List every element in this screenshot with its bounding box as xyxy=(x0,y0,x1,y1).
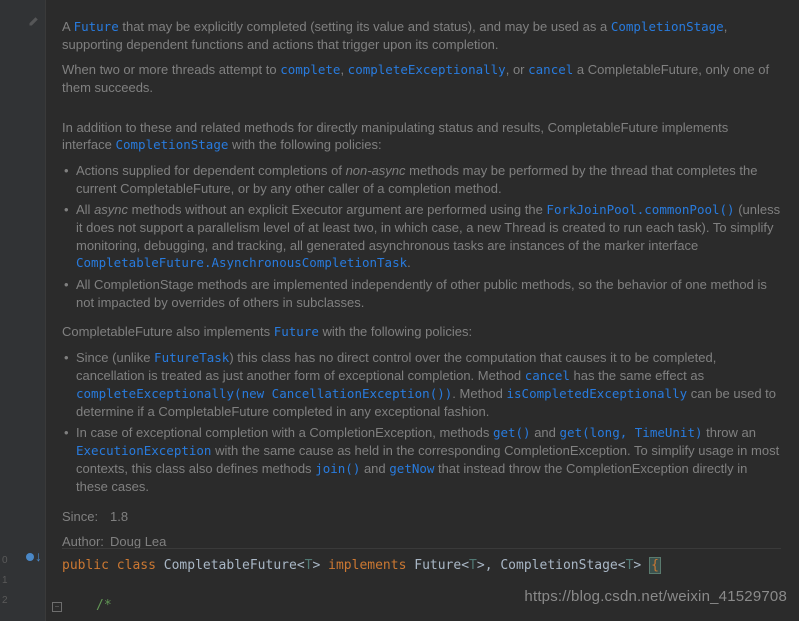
pencil-icon[interactable] xyxy=(28,14,38,24)
type-link-future[interactable]: Future xyxy=(74,19,119,34)
override-icon[interactable]: ↓ xyxy=(26,547,42,567)
type-link-executionexception[interactable]: ExecutionException xyxy=(76,443,211,458)
doc-since: Since:1.8 xyxy=(62,508,781,526)
type-link-futuretask[interactable]: FutureTask xyxy=(154,350,229,365)
fold-icon[interactable]: − xyxy=(52,602,62,612)
doc-paragraph: In addition to these and related methods… xyxy=(62,119,781,154)
code-line-comment[interactable]: /* xyxy=(96,597,112,615)
method-link-getlong[interactable]: get(long, TimeUnit) xyxy=(560,425,703,440)
method-link-join[interactable]: join() xyxy=(315,461,360,476)
list-item: In case of exceptional completion with a… xyxy=(76,424,781,495)
matched-brace: { xyxy=(649,557,661,574)
doc-list: Since (unlike FutureTask) this class has… xyxy=(62,349,781,495)
method-link-completeexceptionally[interactable]: completeExceptionally xyxy=(348,62,506,77)
list-item: All CompletionStage methods are implemen… xyxy=(76,276,781,311)
list-item: Actions supplied for dependent completio… xyxy=(76,162,781,197)
method-link-iscompletedexceptionally[interactable]: isCompletedExceptionally xyxy=(507,386,688,401)
type-link-completablefuture[interactable]: CompletableFuture xyxy=(76,255,204,270)
type-link-asynccompletiontask[interactable]: AsynchronousCompletionTask xyxy=(211,255,407,270)
code-line-declaration[interactable]: public class CompletableFuture<T> implem… xyxy=(62,548,781,575)
list-item: Since (unlike FutureTask) this class has… xyxy=(76,349,781,420)
watermark-text: https://blog.csdn.net/weixin_41529708 xyxy=(524,586,787,607)
list-item: All async methods without an explicit Ex… xyxy=(76,201,781,272)
type-link-forkjoinpool[interactable]: ForkJoinPool xyxy=(546,202,636,217)
method-link-commonpool[interactable]: commonPool() xyxy=(644,202,734,217)
method-link-complete[interactable]: complete xyxy=(280,62,340,77)
javadoc-panel: A Future that may be explicitly complete… xyxy=(62,18,781,559)
method-link-getnow[interactable]: getNow xyxy=(389,461,434,476)
doc-paragraph: A Future that may be explicitly complete… xyxy=(62,18,781,53)
type-link-future[interactable]: Future xyxy=(274,324,319,339)
doc-list: Actions supplied for dependent completio… xyxy=(62,162,781,311)
type-link-completionstage[interactable]: CompletionStage xyxy=(115,137,228,152)
doc-paragraph: When two or more threads attempt to comp… xyxy=(62,61,781,96)
type-link-completionstage[interactable]: CompletionStage xyxy=(611,19,724,34)
line-numbers: 0 1 2 xyxy=(2,551,8,611)
method-link-get[interactable]: get() xyxy=(493,425,531,440)
doc-paragraph: CompletableFuture also implements Future… xyxy=(62,323,781,341)
method-link-cancel[interactable]: cancel xyxy=(528,62,573,77)
editor-gutter: 0 1 2 ↓ xyxy=(0,0,46,621)
method-link-cancel[interactable]: cancel xyxy=(525,368,570,383)
